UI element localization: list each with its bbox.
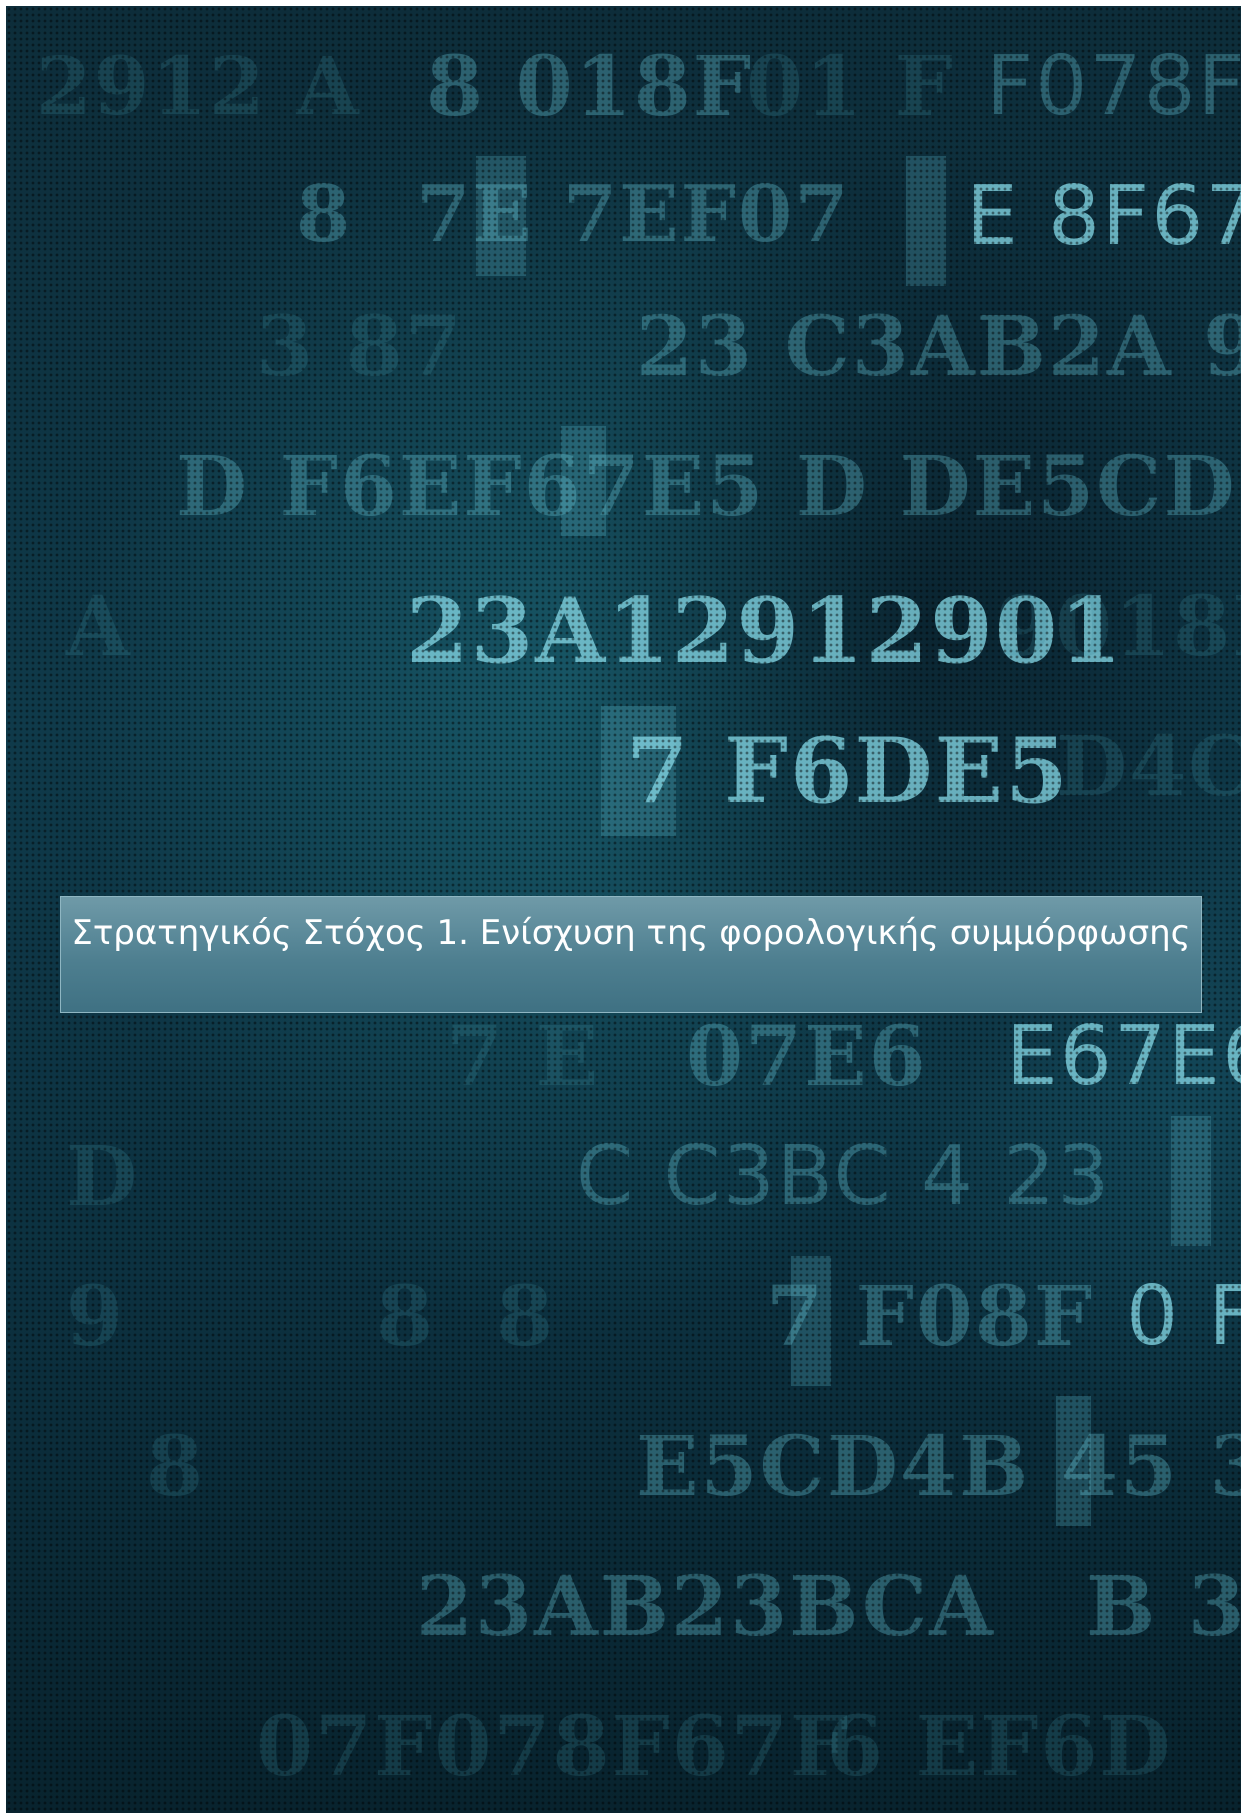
hex-digits: 8 — [146, 1419, 206, 1515]
hex-digits: D4CD4 — [1056, 719, 1241, 815]
hex-digits: 8 — [376, 1269, 436, 1365]
cover-title: Στρατηγικός Στόχος 1. Ενίσχυση της φορολ… — [71, 913, 1191, 953]
hex-digits: E5CD4B 45 3 C4B — [636, 1419, 1241, 1515]
hex-digits: 07F078F67F — [256, 1699, 851, 1795]
title-banner: Στρατηγικός Στόχος 1. Ενίσχυση της φορολ… — [60, 896, 1202, 1013]
document-page: 2912 A 8 018F 01 F F078F68 8 7E 7EF07 E … — [0, 0, 1247, 1813]
hex-digits: 23AB23BCA — [416, 1559, 995, 1655]
hex-digits: 0 F — [1126, 1269, 1241, 1364]
hex-digits: 7 E — [446, 1009, 601, 1105]
hex-digits: F078F68 — [986, 39, 1241, 134]
hex-digits: 7 F08F — [766, 1269, 1095, 1365]
hex-digits: D F6EF67E5 D DE5CD5 4 CD C — [176, 439, 1241, 535]
hex-digits: 9 — [66, 1269, 126, 1365]
hex-digits: 6 EF6D — [826, 1699, 1173, 1795]
hex-digits: 8 — [296, 169, 353, 260]
hex-digits: C C3BC 4 23 — [576, 1129, 1112, 1224]
hex-digits: 3 87 — [256, 299, 464, 395]
hex-digits: B 3A — [1086, 1559, 1241, 1655]
hex-digits: 9018F 8 — [996, 579, 1241, 675]
hex-digits: A — [66, 579, 132, 675]
hex-digits: 8 — [496, 1269, 556, 1365]
highlight-block — [1171, 1116, 1211, 1246]
hex-digits: E67E6 — [1006, 1009, 1241, 1104]
hex-digits: 01 F — [746, 39, 955, 135]
hex-digits: E 8F67 — [966, 169, 1241, 264]
hex-digits: 07E6 — [686, 1009, 928, 1105]
hex-digits: D — [66, 1129, 140, 1225]
hex-digits: 2912 A — [36, 39, 361, 133]
highlight-block — [906, 156, 946, 286]
hex-digits: 7 F6DE5 — [626, 718, 1070, 824]
hex-digits: 8 018F — [426, 39, 753, 135]
hex-digits: 23 C3AB2A 9 8 — [636, 299, 1241, 395]
hex-digits: 7E 7EF07 — [416, 169, 851, 260]
